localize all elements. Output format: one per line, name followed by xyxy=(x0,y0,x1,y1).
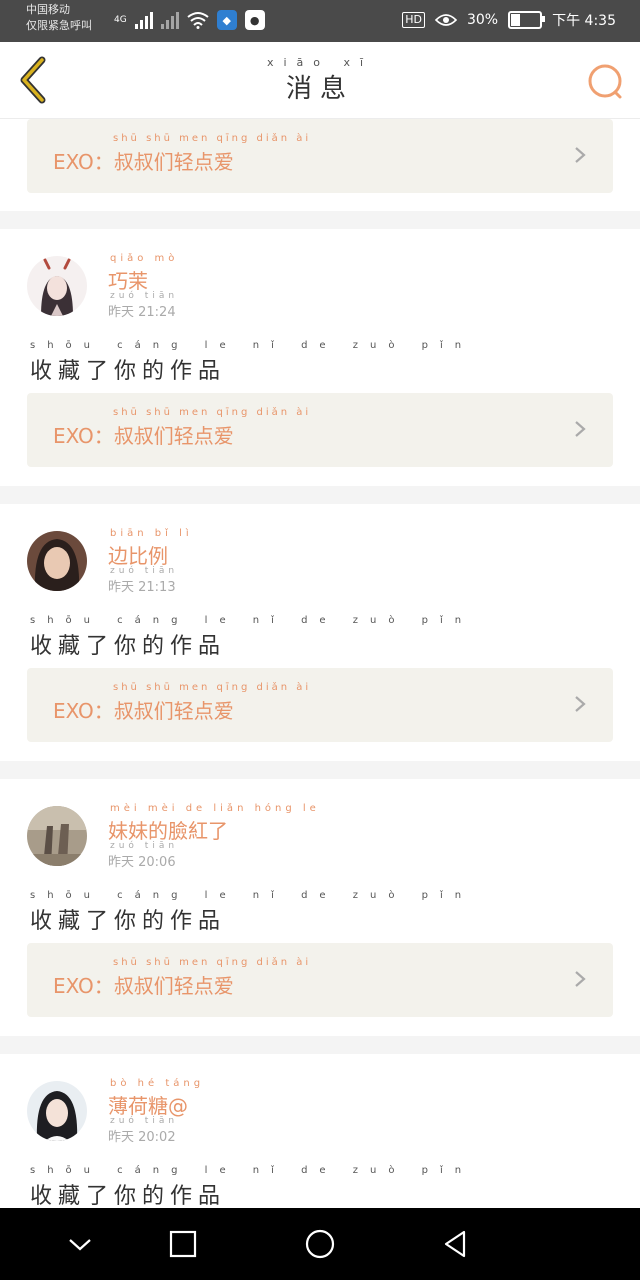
battery-percent: 30% xyxy=(466,12,499,28)
search-icon[interactable] xyxy=(586,62,626,102)
signal-icon-2 xyxy=(160,11,179,29)
clock: 下午 4:35 xyxy=(552,13,616,29)
chevron-right-icon xyxy=(575,147,586,163)
carrier-info: 中国移动 仅限紧急呼叫 xyxy=(26,2,92,34)
battery-icon xyxy=(508,11,546,29)
recents-square-icon[interactable] xyxy=(167,1228,199,1260)
chevron-right-icon xyxy=(575,971,586,987)
user-name[interactable]: biān bǐ lì 边比例 xyxy=(108,528,189,569)
timestamp: zuó tiān 昨天 20:06 xyxy=(108,841,179,870)
nav-bar: xiāo xī 消息 xyxy=(0,42,640,119)
timestamp: zuó tiān 昨天 20:02 xyxy=(108,1116,179,1145)
message-card[interactable]: bò hé táng 薄荷糖@ zuó tiān 昨天 20:02 shōu c… xyxy=(0,1054,640,1208)
avatar[interactable] xyxy=(27,1081,87,1141)
status-right: HD 30% 下午 4:35 xyxy=(402,10,616,30)
chevron-right-icon xyxy=(575,696,586,712)
back-triangle-icon[interactable] xyxy=(440,1228,472,1260)
work-card[interactable]: shū shū men qīng diǎn ài EXO：叔叔们轻点爱 xyxy=(27,943,613,1017)
page-title: xiāo xī 消息 xyxy=(0,56,640,105)
work-card[interactable]: shū shū men qīng diǎn ài EXO：叔叔们轻点爱 xyxy=(27,393,613,467)
network-type: 4G xyxy=(114,15,127,25)
carrier-name: 中国移动 xyxy=(26,3,70,16)
action-text: shōu cáng le nǐ de zuò pǐn 收藏了你的作品 xyxy=(30,890,474,934)
status-bar: 中国移动 仅限紧急呼叫 4G ◆ ● HD 30% 下午 4:35 xyxy=(0,0,640,42)
chevron-down-icon[interactable] xyxy=(64,1228,96,1260)
action-text: shōu cáng le nǐ de zuò pǐn 收藏了你的作品 xyxy=(30,340,474,384)
page-title-text: 消息 xyxy=(285,74,354,104)
user-name[interactable]: qiǎo mò 巧茉 xyxy=(108,253,174,294)
avatar[interactable] xyxy=(27,531,87,591)
carrier-status: 仅限紧急呼叫 xyxy=(26,19,92,32)
work-title-pinyin: shū shū men qīng diǎn ài xyxy=(113,133,312,144)
network-icons: 4G ◆ ● xyxy=(114,10,265,30)
system-nav-bar xyxy=(0,1208,640,1280)
work-card[interactable]: shū shū men qīng diǎn ài EXO：叔叔们轻点爱 xyxy=(27,119,613,193)
shield-app-icon: ◆ xyxy=(216,10,237,30)
chevron-right-icon xyxy=(575,421,586,437)
hd-icon: HD xyxy=(402,12,425,28)
message-card[interactable]: biān bǐ lì 边比例 zuó tiān 昨天 21:13 shōu cá… xyxy=(0,504,640,761)
message-list: shū shū men qīng diǎn ài EXO：叔叔们轻点爱 qiǎo… xyxy=(0,119,640,1208)
action-text: shōu cáng le nǐ de zuò pǐn 收藏了你的作品 xyxy=(30,1165,474,1208)
timestamp: zuó tiān 昨天 21:13 xyxy=(108,566,179,595)
avatar[interactable] xyxy=(27,806,87,866)
action-text: shōu cáng le nǐ de zuò pǐn 收藏了你的作品 xyxy=(30,615,474,659)
work-title: EXO：叔叔们轻点爱 xyxy=(53,699,234,723)
work-title: EXO：叔叔们轻点爱 xyxy=(53,150,234,174)
wifi-icon xyxy=(187,12,209,29)
avatar[interactable] xyxy=(27,256,87,316)
work-card[interactable]: shū shū men qīng diǎn ài EXO：叔叔们轻点爱 xyxy=(27,668,613,742)
user-name[interactable]: bò hé táng 薄荷糖@ xyxy=(108,1078,200,1119)
home-circle-icon[interactable] xyxy=(304,1228,336,1260)
message-card[interactable]: mèi mèi de liǎn hóng le 妹妹的臉紅了 zuó tiān … xyxy=(0,779,640,1036)
eye-comfort-icon xyxy=(434,14,457,26)
signal-icon xyxy=(134,11,153,29)
work-title: EXO：叔叔们轻点爱 xyxy=(53,424,234,448)
message-card-partial: shū shū men qīng diǎn ài EXO：叔叔们轻点爱 xyxy=(0,119,640,211)
message-card[interactable]: qiǎo mò 巧茉 zuó tiān 昨天 21:24 shōu cáng l… xyxy=(0,229,640,486)
work-title: EXO：叔叔们轻点爱 xyxy=(53,974,234,998)
timestamp: zuó tiān 昨天 21:24 xyxy=(108,291,179,320)
app-notification-icon: ● xyxy=(244,10,265,30)
user-name[interactable]: mèi mèi de liǎn hóng le 妹妹的臉紅了 xyxy=(108,803,316,844)
page-title-pinyin: xiāo xī xyxy=(266,56,374,69)
